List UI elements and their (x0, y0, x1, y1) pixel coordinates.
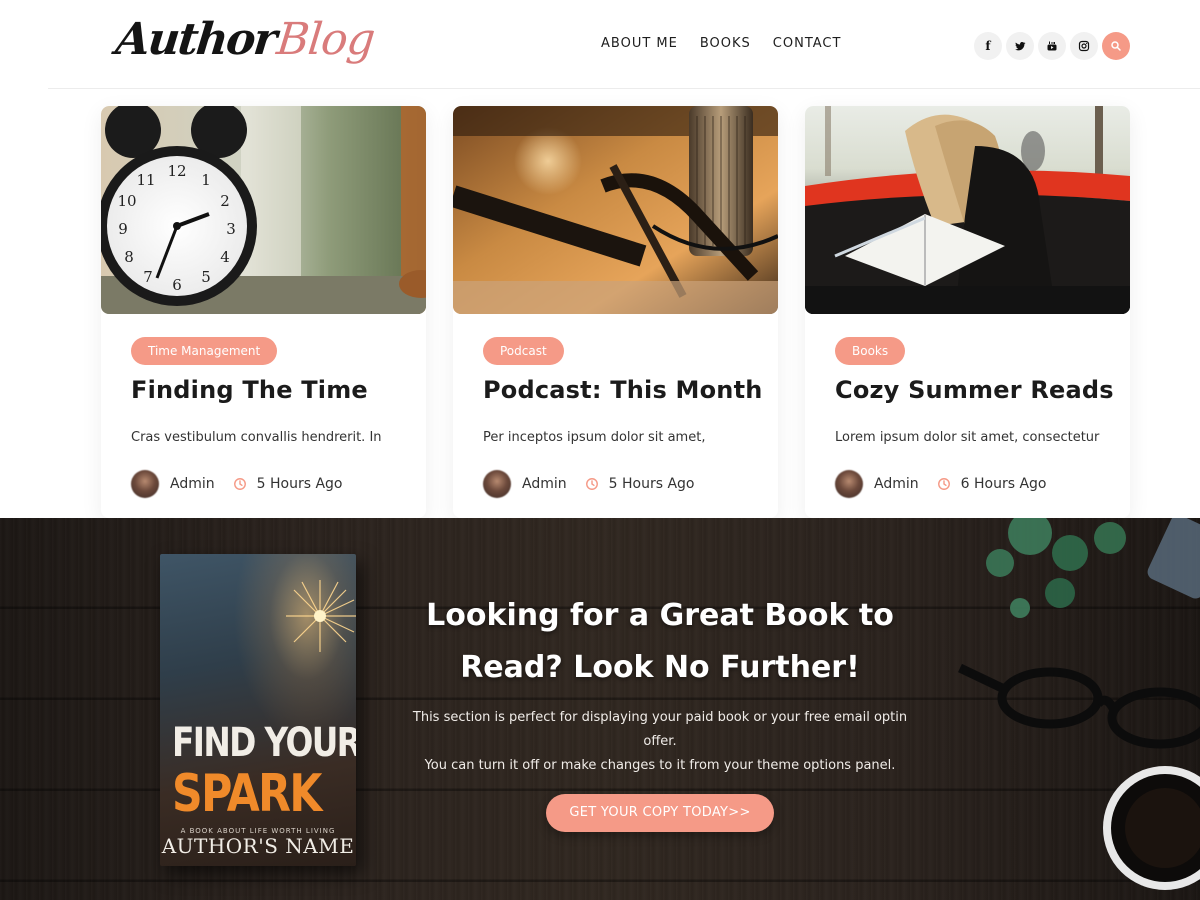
book-cover[interactable]: FIND YOUR SPARK A BOOK ABOUT LIFE WORTH … (160, 554, 356, 866)
svg-text:11: 11 (136, 171, 155, 189)
facebook-icon[interactable]: f (974, 32, 1002, 60)
get-your-copy-button[interactable]: GET YOUR COPY TODAY>> (546, 794, 774, 832)
svg-text:12: 12 (167, 162, 186, 180)
svg-text:2: 2 (220, 192, 230, 210)
category-badge[interactable]: Time Management (131, 337, 278, 365)
post-image-alarm-clock[interactable]: 12 1 2 3 45 6 78 9 10 11 (101, 106, 426, 314)
clock-icon (585, 478, 598, 490)
category-badge[interactable]: Books (835, 337, 906, 365)
svg-text:1: 1 (201, 171, 211, 189)
svg-text:9: 9 (118, 220, 128, 238)
post-meta: Admin 5 Hours Ago (131, 470, 342, 498)
post-author[interactable]: Admin (874, 476, 919, 492)
post-card: 12 1 2 3 45 6 78 9 10 11 Time Management Findi… (101, 106, 426, 518)
svg-text:5: 5 (201, 268, 211, 286)
svg-text:6: 6 (172, 276, 182, 294)
book-author: AUTHOR'S NAME (161, 834, 355, 858)
book-title-line2: SPARK (172, 764, 322, 824)
avatar (835, 470, 863, 498)
banner-text-line2: You can turn it off or make changes to i… (424, 758, 896, 773)
avatar (483, 470, 511, 498)
post-title[interactable]: Cozy Summer Reads (835, 376, 1114, 404)
post-time: 5 Hours Ago (256, 476, 343, 492)
post-card: Books Cozy Summer Reads Lorem ipsum dolo… (805, 106, 1130, 518)
banner-text-line1: This section is perfect for displaying y… (412, 710, 908, 749)
site-logo[interactable]: Author Blog (113, 14, 377, 78)
post-excerpt: Per inceptos ipsum dolor sit amet, (483, 430, 706, 445)
post-author[interactable]: Admin (170, 476, 215, 492)
post-title[interactable]: Finding The Time (131, 376, 368, 404)
book-promo-banner: FIND YOUR SPARK A BOOK ABOUT LIFE WORTH … (0, 518, 1200, 900)
twitter-icon[interactable] (1006, 32, 1034, 60)
svg-text:7: 7 (143, 268, 153, 286)
svg-text:8: 8 (124, 248, 134, 266)
post-author[interactable]: Admin (522, 476, 567, 492)
post-image-woman-reading[interactable] (805, 106, 1130, 314)
social-links: f (974, 32, 1130, 60)
instagram-icon[interactable] (1070, 32, 1098, 60)
search-icon[interactable] (1102, 32, 1130, 60)
nav-contact[interactable]: CONTACT (773, 36, 842, 51)
svg-text:4: 4 (220, 248, 230, 266)
site-header: Author Blog ABOUT ME BOOKS CONTACT f (0, 0, 1200, 90)
sparkler-icon (286, 580, 356, 652)
post-title[interactable]: Podcast: This Month (483, 376, 763, 404)
banner-heading: Looking for a Great Book to Read? Look N… (426, 598, 894, 685)
nav-about-me[interactable]: ABOUT ME (601, 36, 678, 51)
main-nav: ABOUT ME BOOKS CONTACT (590, 36, 852, 51)
book-title-line1: FIND YOUR (172, 720, 356, 766)
logo-text-author: Author (113, 14, 278, 65)
nav-books[interactable]: BOOKS (700, 36, 751, 51)
youtube-icon[interactable] (1038, 32, 1066, 60)
post-card: Podcast Podcast: This Month Per inceptos… (453, 106, 778, 518)
banner-description: This section is perfect for displaying y… (400, 706, 920, 778)
post-meta: Admin 5 Hours Ago (483, 470, 694, 498)
post-meta: Admin 6 Hours Ago (835, 470, 1046, 498)
post-image-microphone[interactable] (453, 106, 778, 314)
post-excerpt: Lorem ipsum dolor sit amet, consectetur (835, 430, 1100, 445)
post-excerpt: Cras vestibulum convallis hendrerit. In (131, 430, 382, 445)
post-time: 6 Hours Ago (960, 476, 1047, 492)
avatar (131, 470, 159, 498)
clock-icon (233, 478, 246, 490)
post-time: 5 Hours Ago (608, 476, 695, 492)
category-badge[interactable]: Podcast (483, 337, 564, 365)
svg-text:10: 10 (117, 192, 136, 210)
svg-text:3: 3 (226, 220, 236, 238)
header-divider (48, 88, 1200, 89)
clock-icon (937, 478, 950, 490)
logo-text-blog: Blog (274, 14, 377, 65)
